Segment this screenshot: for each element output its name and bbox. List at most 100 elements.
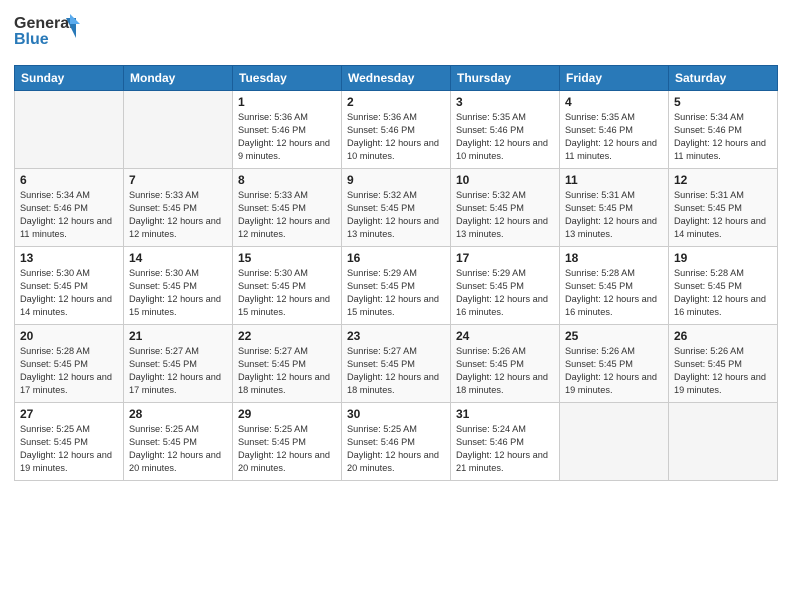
day-number: 25 — [565, 329, 663, 343]
day-number: 20 — [20, 329, 118, 343]
day-info: Sunrise: 5:27 AMSunset: 5:45 PMDaylight:… — [129, 345, 227, 397]
calendar-cell: 9Sunrise: 5:32 AMSunset: 5:45 PMDaylight… — [342, 169, 451, 247]
day-number: 19 — [674, 251, 772, 265]
calendar-cell: 28 Sunrise: 5:25 AMSunset: 5:45 PMDayligh… — [124, 403, 233, 481]
day-number: 15 — [238, 251, 336, 265]
calendar-cell: 3 Sunrise: 5:35 AMSunset: 5:46 PMDaylight… — [451, 91, 560, 169]
day-info: Sunrise: 5:33 AMSunset: 5:45 PMDaylight:… — [129, 189, 227, 241]
calendar-cell: 6Sunrise: 5:34 AMSunset: 5:46 PMDaylight… — [15, 169, 124, 247]
calendar-cell: 13Sunrise: 5:30 AMSunset: 5:45 PMDayligh… — [15, 247, 124, 325]
calendar-cell: 17Sunrise: 5:29 AMSunset: 5:45 PMDayligh… — [451, 247, 560, 325]
day-info: Sunrise: 5:35 AMSunset: 5:46 PMDaylight:… — [456, 111, 554, 163]
calendar-cell: 16 Sunrise: 5:29 AMSunset: 5:45 PMDayligh… — [342, 247, 451, 325]
day-number: 31 — [456, 407, 554, 421]
calendar-week-5: 27 Sunrise: 5:25 AMSunset: 5:45 PMDayligh… — [15, 403, 778, 481]
day-number: 16 — [347, 251, 445, 265]
day-number: 27 — [20, 407, 118, 421]
calendar-cell: 4 Sunrise: 5:35 AMSunset: 5:46 PMDaylight… — [560, 91, 669, 169]
day-number: 9 — [347, 173, 445, 187]
svg-text:General: General — [14, 15, 74, 32]
day-info: Sunrise: 5:25 AMSunset: 5:46 PMDaylight:… — [347, 423, 445, 475]
calendar-week-4: 20 Sunrise: 5:28 AMSunset: 5:45 PMDayligh… — [15, 325, 778, 403]
day-number: 12 — [674, 173, 772, 187]
day-info: Sunrise: 5:28 AMSunset: 5:45 PMDaylight:… — [20, 345, 118, 397]
calendar-cell: 1Sunrise: 5:36 AMSunset: 5:46 PMDaylight… — [233, 91, 342, 169]
day-number: 8 — [238, 173, 336, 187]
day-number: 17 — [456, 251, 554, 265]
header: General Blue — [14, 10, 778, 57]
day-info: Sunrise: 5:29 AMSunset: 5:45 PMDaylight:… — [347, 267, 445, 319]
logo: General Blue — [14, 10, 84, 57]
calendar-cell: 29Sunrise: 5:25 AMSunset: 5:45 PMDayligh… — [233, 403, 342, 481]
calendar-cell: 12 Sunrise: 5:31 AMSunset: 5:45 PMDayligh… — [669, 169, 778, 247]
calendar-table: SundayMondayTuesdayWednesdayThursdayFrid… — [14, 65, 778, 481]
day-number: 29 — [238, 407, 336, 421]
calendar-week-1: 1 Sunrise: 5:36 AMSunset: 5:46 PMDaylight… — [15, 91, 778, 169]
day-info: Sunrise: 5:35 AMSunset: 5:46 PMDaylight:… — [565, 111, 663, 163]
day-info: Sunrise: 5:24 AMSunset: 5:46 PMDaylight:… — [456, 423, 554, 475]
calendar-cell: 18 Sunrise: 5:28 AMSunset: 5:45 PMDayligh… — [560, 247, 669, 325]
day-number: 3 — [456, 95, 554, 109]
day-number: 11 — [565, 173, 663, 187]
day-info: Sunrise: 5:25 AMSunset: 5:45 PMDaylight:… — [129, 423, 227, 475]
day-number: 23 — [347, 329, 445, 343]
day-info: Sunrise: 5:30 AMSunset: 5:45 PMDaylight:… — [129, 267, 227, 319]
day-info: Sunrise: 5:27 AMSunset: 5:45 PMDaylight:… — [238, 345, 336, 397]
weekday-header-row: SundayMondayTuesdayWednesdayThursdayFrid… — [15, 66, 778, 91]
weekday-header-saturday: Saturday — [669, 66, 778, 91]
day-info: Sunrise: 5:27 AMSunset: 5:45 PMDaylight:… — [347, 345, 445, 397]
day-number: 26 — [674, 329, 772, 343]
day-info: Sunrise: 5:26 AMSunset: 5:45 PMDaylight:… — [565, 345, 663, 397]
page: General Blue SundayMondayTuesdayWednesda… — [0, 0, 792, 612]
day-number: 30 — [347, 407, 445, 421]
calendar-cell: 21 Sunrise: 5:27 AMSunset: 5:45 PMDayligh… — [124, 325, 233, 403]
weekday-header-monday: Monday — [124, 66, 233, 91]
weekday-header-sunday: Sunday — [15, 66, 124, 91]
weekday-header-friday: Friday — [560, 66, 669, 91]
calendar-cell — [669, 403, 778, 481]
day-info: Sunrise: 5:31 AMSunset: 5:45 PMDaylight:… — [674, 189, 772, 241]
calendar-cell: 19 Sunrise: 5:28 AMSunset: 5:45 PMDayligh… — [669, 247, 778, 325]
day-number: 21 — [129, 329, 227, 343]
day-number: 2 — [347, 95, 445, 109]
day-number: 22 — [238, 329, 336, 343]
day-number: 13 — [20, 251, 118, 265]
day-number: 10 — [456, 173, 554, 187]
calendar-cell: 8Sunrise: 5:33 AMSunset: 5:45 PMDaylight… — [233, 169, 342, 247]
day-info: Sunrise: 5:30 AMSunset: 5:45 PMDaylight:… — [238, 267, 336, 319]
day-number: 5 — [674, 95, 772, 109]
calendar-cell: 14 Sunrise: 5:30 AMSunset: 5:45 PMDayligh… — [124, 247, 233, 325]
day-number: 14 — [129, 251, 227, 265]
calendar-cell: 11 Sunrise: 5:31 AMSunset: 5:45 PMDayligh… — [560, 169, 669, 247]
day-info: Sunrise: 5:25 AMSunset: 5:45 PMDaylight:… — [20, 423, 118, 475]
logo-area: General Blue — [14, 10, 84, 57]
calendar-cell: 7Sunrise: 5:33 AMSunset: 5:45 PMDaylight… — [124, 169, 233, 247]
day-info: Sunrise: 5:28 AMSunset: 5:45 PMDaylight:… — [674, 267, 772, 319]
day-number: 6 — [20, 173, 118, 187]
weekday-header-tuesday: Tuesday — [233, 66, 342, 91]
svg-text:Blue: Blue — [14, 31, 49, 48]
day-number: 1 — [238, 95, 336, 109]
calendar-cell: 24Sunrise: 5:26 AMSunset: 5:45 PMDayligh… — [451, 325, 560, 403]
calendar-week-2: 6Sunrise: 5:34 AMSunset: 5:46 PMDaylight… — [15, 169, 778, 247]
day-info: Sunrise: 5:28 AMSunset: 5:45 PMDaylight:… — [565, 267, 663, 319]
calendar-cell — [560, 403, 669, 481]
calendar-cell — [15, 91, 124, 169]
calendar-cell: 20 Sunrise: 5:28 AMSunset: 5:45 PMDayligh… — [15, 325, 124, 403]
weekday-header-thursday: Thursday — [451, 66, 560, 91]
calendar-cell: 25 Sunrise: 5:26 AMSunset: 5:45 PMDayligh… — [560, 325, 669, 403]
calendar-cell: 31 Sunrise: 5:24 AMSunset: 5:46 PMDayligh… — [451, 403, 560, 481]
calendar-cell: 2 Sunrise: 5:36 AMSunset: 5:46 PMDaylight… — [342, 91, 451, 169]
weekday-header-wednesday: Wednesday — [342, 66, 451, 91]
day-info: Sunrise: 5:26 AMSunset: 5:45 PMDaylight:… — [674, 345, 772, 397]
day-number: 28 — [129, 407, 227, 421]
day-info: Sunrise: 5:31 AMSunset: 5:45 PMDaylight:… — [565, 189, 663, 241]
calendar-cell: 15 Sunrise: 5:30 AMSunset: 5:45 PMDayligh… — [233, 247, 342, 325]
calendar-cell: 26 Sunrise: 5:26 AMSunset: 5:45 PMDayligh… — [669, 325, 778, 403]
calendar-cell: 10Sunrise: 5:32 AMSunset: 5:45 PMDayligh… — [451, 169, 560, 247]
day-number: 4 — [565, 95, 663, 109]
calendar-cell: 27 Sunrise: 5:25 AMSunset: 5:45 PMDayligh… — [15, 403, 124, 481]
calendar-week-3: 13 Sunrise: 5:30 AMSunset: 5:45 PMDayligh… — [15, 247, 778, 325]
day-info: Sunrise: 5:36 AMSunset: 5:46 PMDaylight:… — [347, 111, 445, 163]
day-number: 18 — [565, 251, 663, 265]
